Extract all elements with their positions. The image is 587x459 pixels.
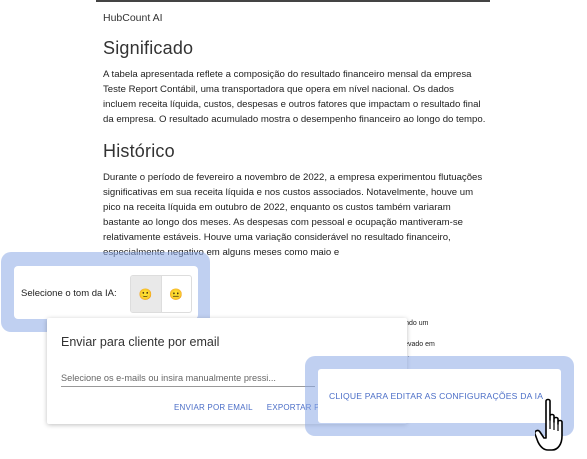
email-dialog-title: Enviar para cliente por email <box>61 335 220 349</box>
report-document: HubCount AI Significado A tabela apresen… <box>103 10 488 260</box>
edit-ai-settings-link[interactable]: CLIQUE PARA EDITAR AS CONFIGURAÇÕES DA I… <box>329 391 543 401</box>
tone-selector: Selecione o tom da IA: 🙂 😐 <box>14 266 198 319</box>
section-heading-significado: Significado <box>103 38 194 58</box>
section-paragraph-significado: A tabela apresentada reflete a composiçã… <box>103 69 486 125</box>
ai-settings-card: CLIQUE PARA EDITAR AS CONFIGURAÇÕES DA I… <box>318 369 561 423</box>
hand-pointer-cursor-icon <box>535 398 563 451</box>
tone-selector-label: Selecione o tom da IA: <box>21 288 117 299</box>
tone-toggle-group: 🙂 😐 <box>130 275 192 313</box>
smile-emoji-icon[interactable]: 🙂 <box>131 276 162 312</box>
section-paragraph-historico: Durante o período de fevereiro a novembr… <box>103 172 483 258</box>
section-heading-historico: Histórico <box>103 141 175 161</box>
neutral-emoji-icon[interactable]: 😐 <box>162 276 192 312</box>
page-top-border <box>96 0 490 2</box>
send-email-button[interactable]: ENVIAR POR EMAIL <box>174 403 253 412</box>
brand-label: HubCount AI <box>103 12 163 24</box>
email-recipients-input[interactable] <box>61 373 315 387</box>
